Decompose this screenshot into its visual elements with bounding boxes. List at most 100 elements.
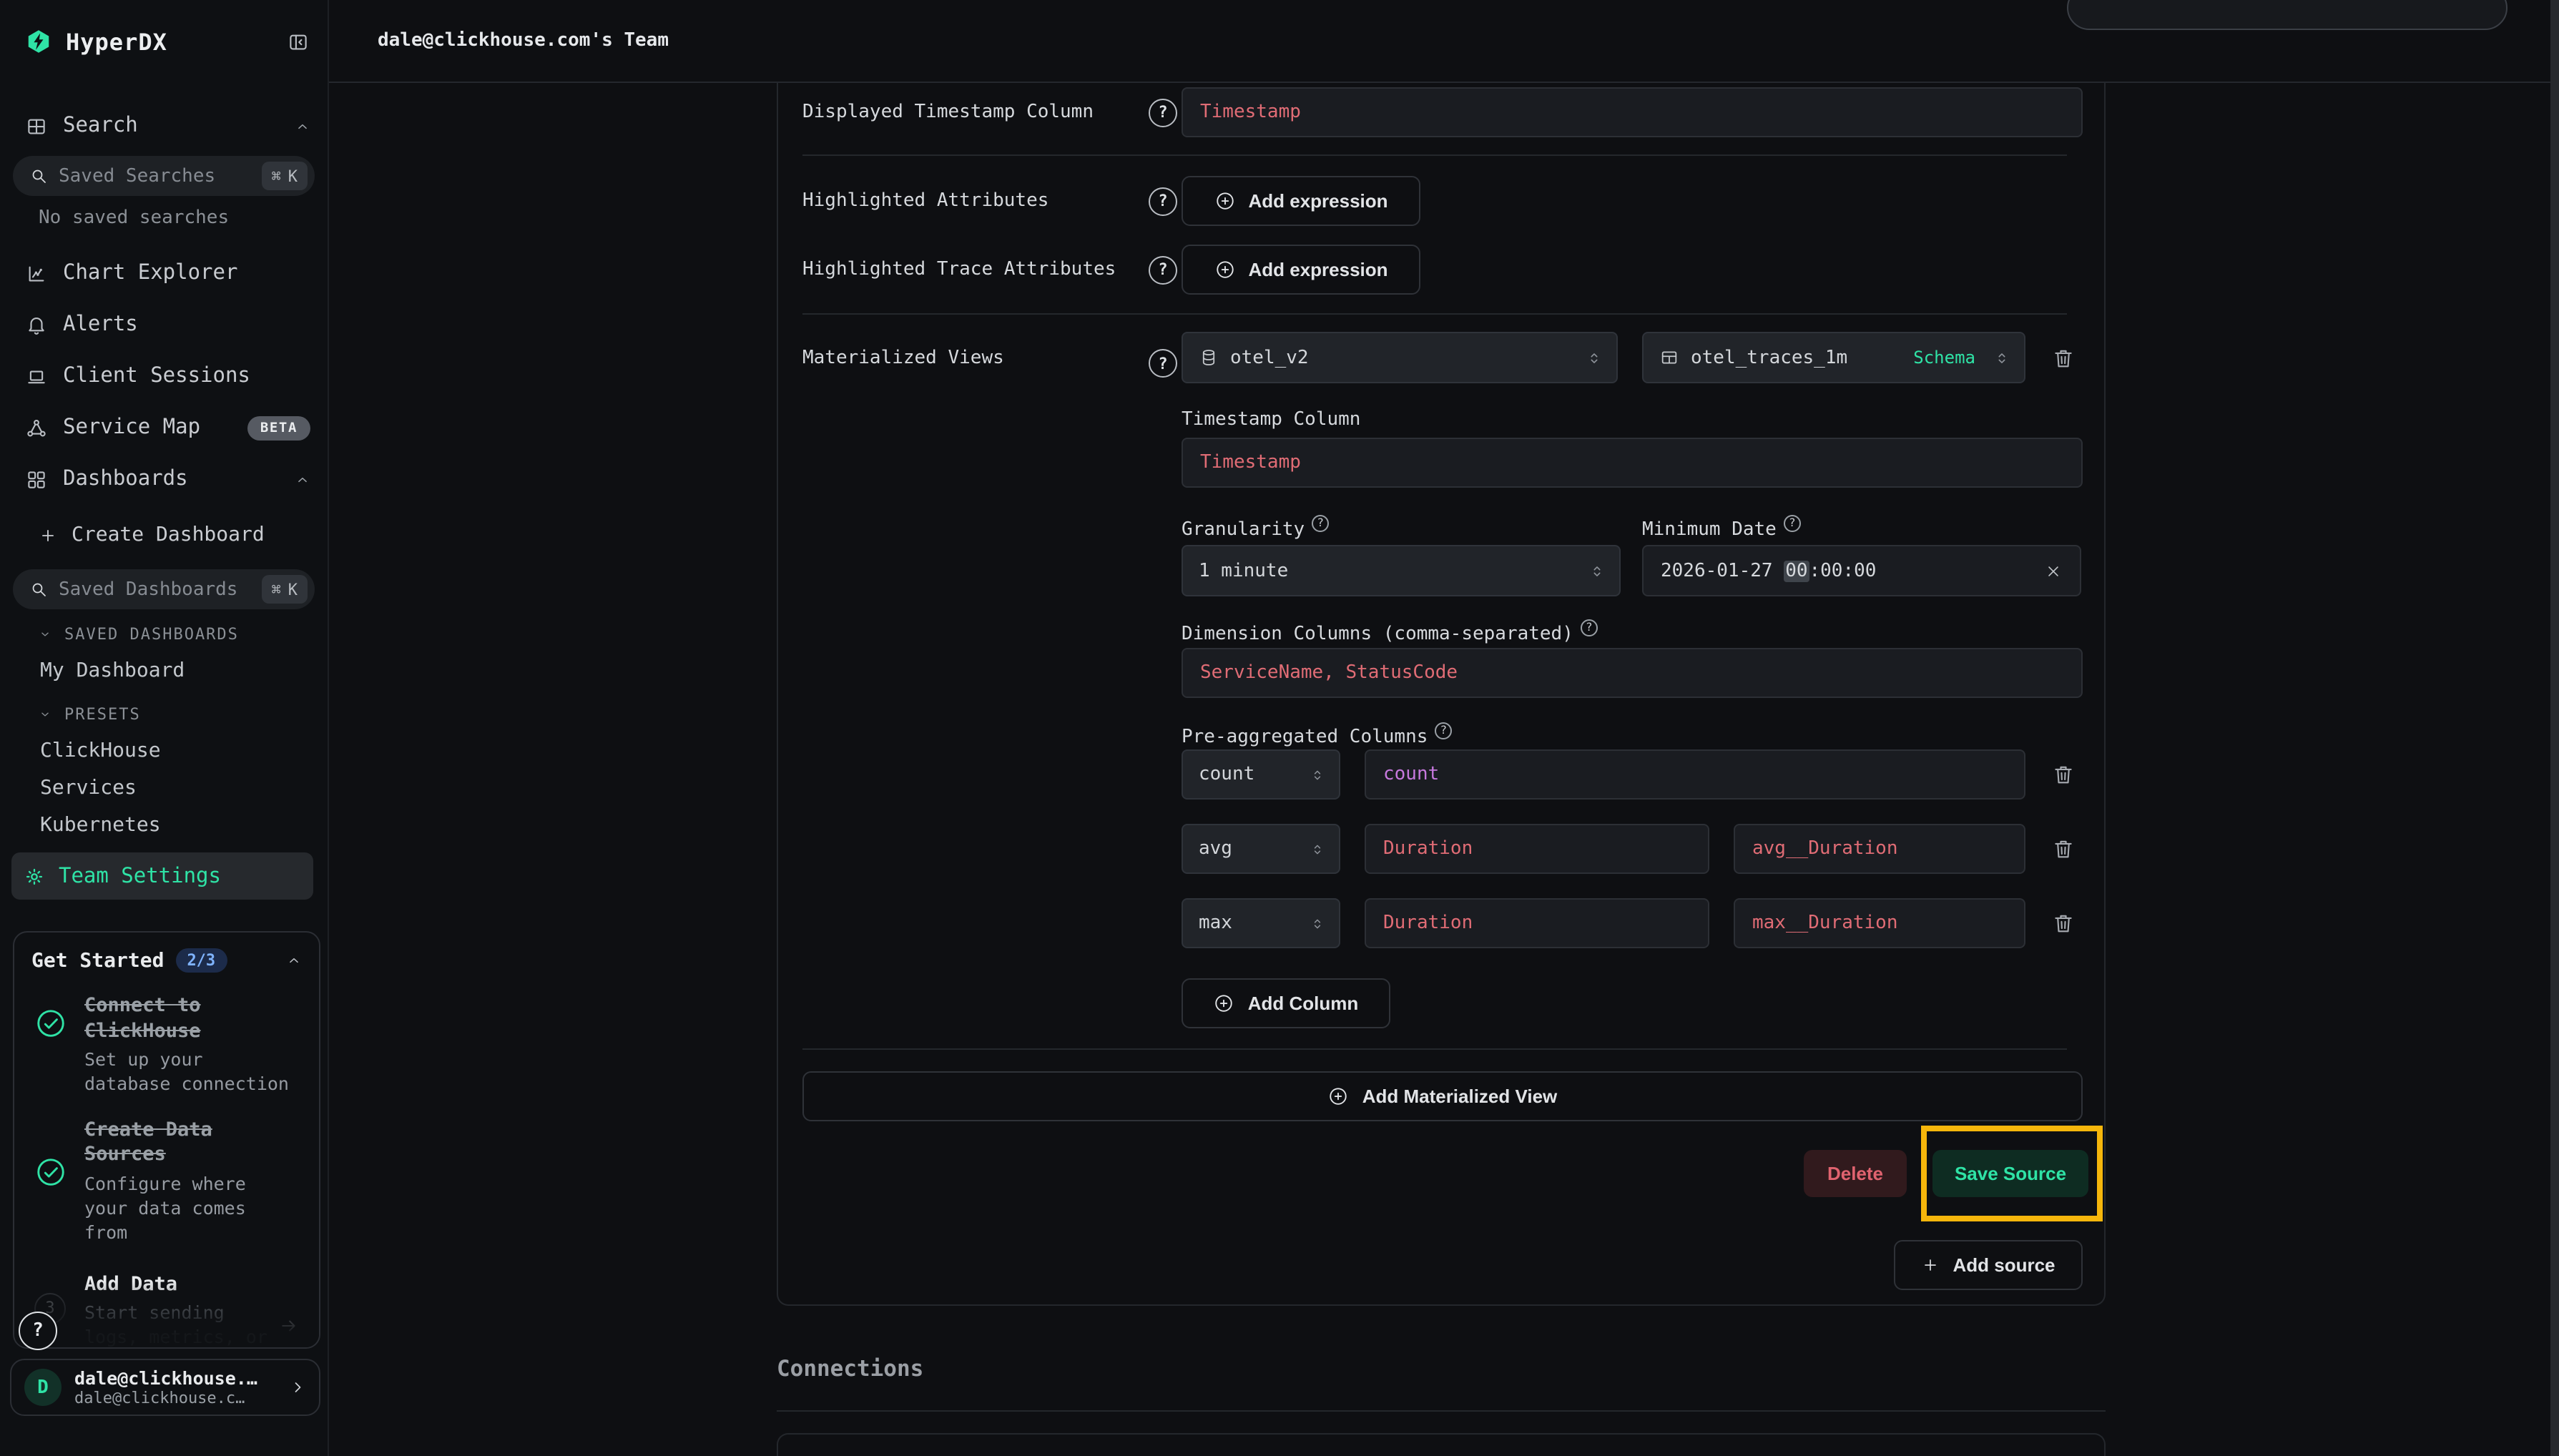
chevron-updown-icon — [1309, 840, 1326, 857]
displayed-timestamp-input[interactable]: Timestamp — [1182, 87, 2083, 137]
dimension-columns-input[interactable]: ServiceName, StatusCode — [1182, 648, 2083, 698]
group-saved-dashboards[interactable]: SAVED DASHBOARDS — [0, 615, 328, 652]
row-materialized-views: Materialized Views ? otel_v2 — [802, 332, 2083, 1028]
help-circle-icon[interactable]: ? — [1149, 349, 1177, 378]
circle-plus-icon — [1328, 1086, 1350, 1107]
table-select[interactable]: otel_traces_1m Schema — [1642, 332, 2025, 383]
row-highlighted-attributes: Highlighted Attributes ? Add expression — [802, 176, 2083, 226]
sidebar-item-team-settings[interactable]: Team Settings — [11, 852, 313, 900]
expression-input[interactable]: Duration — [1365, 898, 1709, 948]
sidebar-item-search[interactable]: Search — [0, 100, 328, 152]
no-saved-searches-text: No saved searches — [0, 196, 328, 239]
delete-column-button[interactable] — [2051, 759, 2083, 790]
expression-input[interactable]: count — [1365, 749, 2025, 800]
page-title: dale@clickhouse.com's Team — [378, 30, 669, 51]
delete-source-button[interactable]: Delete — [1804, 1150, 1907, 1197]
database-select[interactable]: otel_v2 — [1182, 332, 1618, 383]
info-icon[interactable]: ? — [1312, 515, 1329, 532]
get-started-step-sources[interactable]: Create Data Sources Configure where your… — [31, 1118, 302, 1245]
step-title: Connect to ClickHouse — [84, 994, 212, 1044]
chevron-up-icon[interactable] — [295, 118, 310, 134]
sidebar-item-service-map[interactable]: Service Map BETA — [0, 402, 328, 453]
shortcut-badge: ⌘ K — [262, 162, 308, 190]
info-icon[interactable]: ? — [1784, 515, 1801, 532]
sidebar-item-alerts[interactable]: Alerts — [0, 299, 328, 350]
alias-input[interactable]: avg__Duration — [1734, 824, 2025, 874]
sidebar-collapse-icon[interactable] — [288, 31, 309, 52]
service-map-icon — [26, 417, 47, 438]
help-circle-icon[interactable]: ? — [1149, 255, 1177, 284]
group-label: PRESETS — [64, 704, 141, 723]
delete-column-button[interactable] — [2051, 907, 2083, 939]
add-expression-button[interactable]: Add expression — [1182, 176, 1420, 226]
preaggregated-columns-label: Pre-aggregated Columns ? — [1182, 727, 2083, 748]
saved-searches-input[interactable]: Saved Searches ⌘ K — [13, 156, 315, 196]
create-dashboard-button[interactable]: Create Dashboard — [0, 509, 328, 561]
sidebar-item-dashboards[interactable]: Dashboards — [0, 453, 328, 505]
arrow-right-icon — [279, 1315, 299, 1335]
sidebar-item-client-sessions[interactable]: Client Sessions — [0, 350, 328, 402]
sidebar-item-clickhouse[interactable]: ClickHouse — [0, 732, 328, 769]
search-window-icon — [26, 115, 47, 137]
sidebar-item-my-dashboard[interactable]: My Dashboard — [0, 652, 328, 689]
aggregation-fn-select[interactable]: max — [1182, 898, 1340, 948]
help-circle-icon[interactable]: ? — [1149, 98, 1177, 127]
sidebar-item-services[interactable]: Services — [0, 769, 328, 807]
chevron-down-icon — [39, 707, 51, 720]
delete-view-button[interactable] — [2051, 342, 2083, 373]
sidebar-item-chart-explorer[interactable]: Chart Explorer — [0, 247, 328, 299]
step-description: Configure where your data comes from — [84, 1173, 246, 1245]
chevron-up-icon[interactable] — [286, 953, 302, 968]
get-started-step-add-data[interactable]: 3 Add Data Start sending logs, metrics, … — [31, 1272, 302, 1349]
row-displayed-timestamp: Displayed Timestamp Column ? Timestamp — [802, 87, 2083, 137]
info-icon[interactable]: ? — [1581, 619, 1598, 636]
sidebar-item-label: Chart Explorer — [63, 262, 237, 285]
get-started-step-connect[interactable]: Connect to ClickHouse Set up your databa… — [31, 994, 302, 1097]
chevron-updown-icon — [1993, 348, 2011, 367]
search-icon — [30, 581, 47, 598]
help-circle-icon[interactable]: ? — [1149, 187, 1177, 215]
minimum-date-label: Minimum Date ? — [1642, 519, 2081, 541]
sidebar-item-label: Search — [63, 114, 138, 137]
add-materialized-view-button[interactable]: Add Materialized View — [802, 1071, 2083, 1121]
row-highlighted-trace-attributes: Highlighted Trace Attributes ? Add expre… — [802, 245, 2083, 295]
circle-plus-icon — [1214, 259, 1235, 280]
group-presets[interactable]: PRESETS — [0, 695, 328, 732]
expression-input[interactable]: Duration — [1365, 824, 1709, 874]
trash-icon — [2051, 837, 2076, 861]
help-button[interactable]: ? — [19, 1312, 57, 1350]
schema-link[interactable]: Schema — [1913, 348, 1975, 368]
clear-date-button[interactable] — [2044, 561, 2063, 580]
divider — [802, 154, 2067, 156]
saved-dashboards-input[interactable]: Saved Dashboards ⌘ K — [13, 569, 315, 609]
aggregation-fn-select[interactable]: count — [1182, 749, 1340, 800]
delete-column-button[interactable] — [2051, 833, 2083, 865]
info-icon[interactable]: ? — [1435, 722, 1452, 739]
preagg-row: avg Duration avg__Duration — [1182, 824, 2083, 874]
step-description: Set up your database connection — [84, 1048, 289, 1097]
save-source-button[interactable]: Save Source — [1932, 1150, 2088, 1197]
sidebar-item-kubernetes[interactable]: Kubernetes — [0, 807, 328, 844]
trash-icon — [2051, 345, 2076, 370]
database-value: otel_v2 — [1230, 347, 1309, 368]
add-column-button[interactable]: Add Column — [1182, 978, 1390, 1028]
user-menu[interactable]: D dale@clickhouse.… dale@clickhouse.c… — [10, 1359, 320, 1416]
chevron-right-icon — [289, 1379, 306, 1396]
cmd-key: ⌘ — [272, 580, 281, 599]
granularity-select[interactable]: 1 minute — [1182, 545, 1621, 596]
timestamp-column-input[interactable]: Timestamp — [1182, 438, 2083, 488]
gear-icon — [24, 866, 44, 886]
scrollbar[interactable] — [2550, 0, 2559, 1456]
alias-input[interactable]: max__Duration — [1734, 898, 2025, 948]
minimum-date-input[interactable]: 2026-01-27 00:00:00 — [1642, 545, 2081, 596]
add-expression-button[interactable]: Add expression — [1182, 245, 1420, 295]
sidebar-item-label: Alerts — [63, 313, 138, 336]
add-source-button[interactable]: Add source — [1894, 1240, 2083, 1290]
question-mark-icon: ? — [32, 1320, 44, 1342]
aggregation-fn-select[interactable]: avg — [1182, 824, 1340, 874]
chevron-up-icon[interactable] — [295, 471, 310, 487]
beta-badge: BETA — [247, 415, 310, 440]
circle-plus-icon — [1214, 190, 1235, 212]
field-label: Displayed Timestamp Column — [802, 102, 1094, 123]
brand-title: HyperDX — [66, 28, 167, 55]
